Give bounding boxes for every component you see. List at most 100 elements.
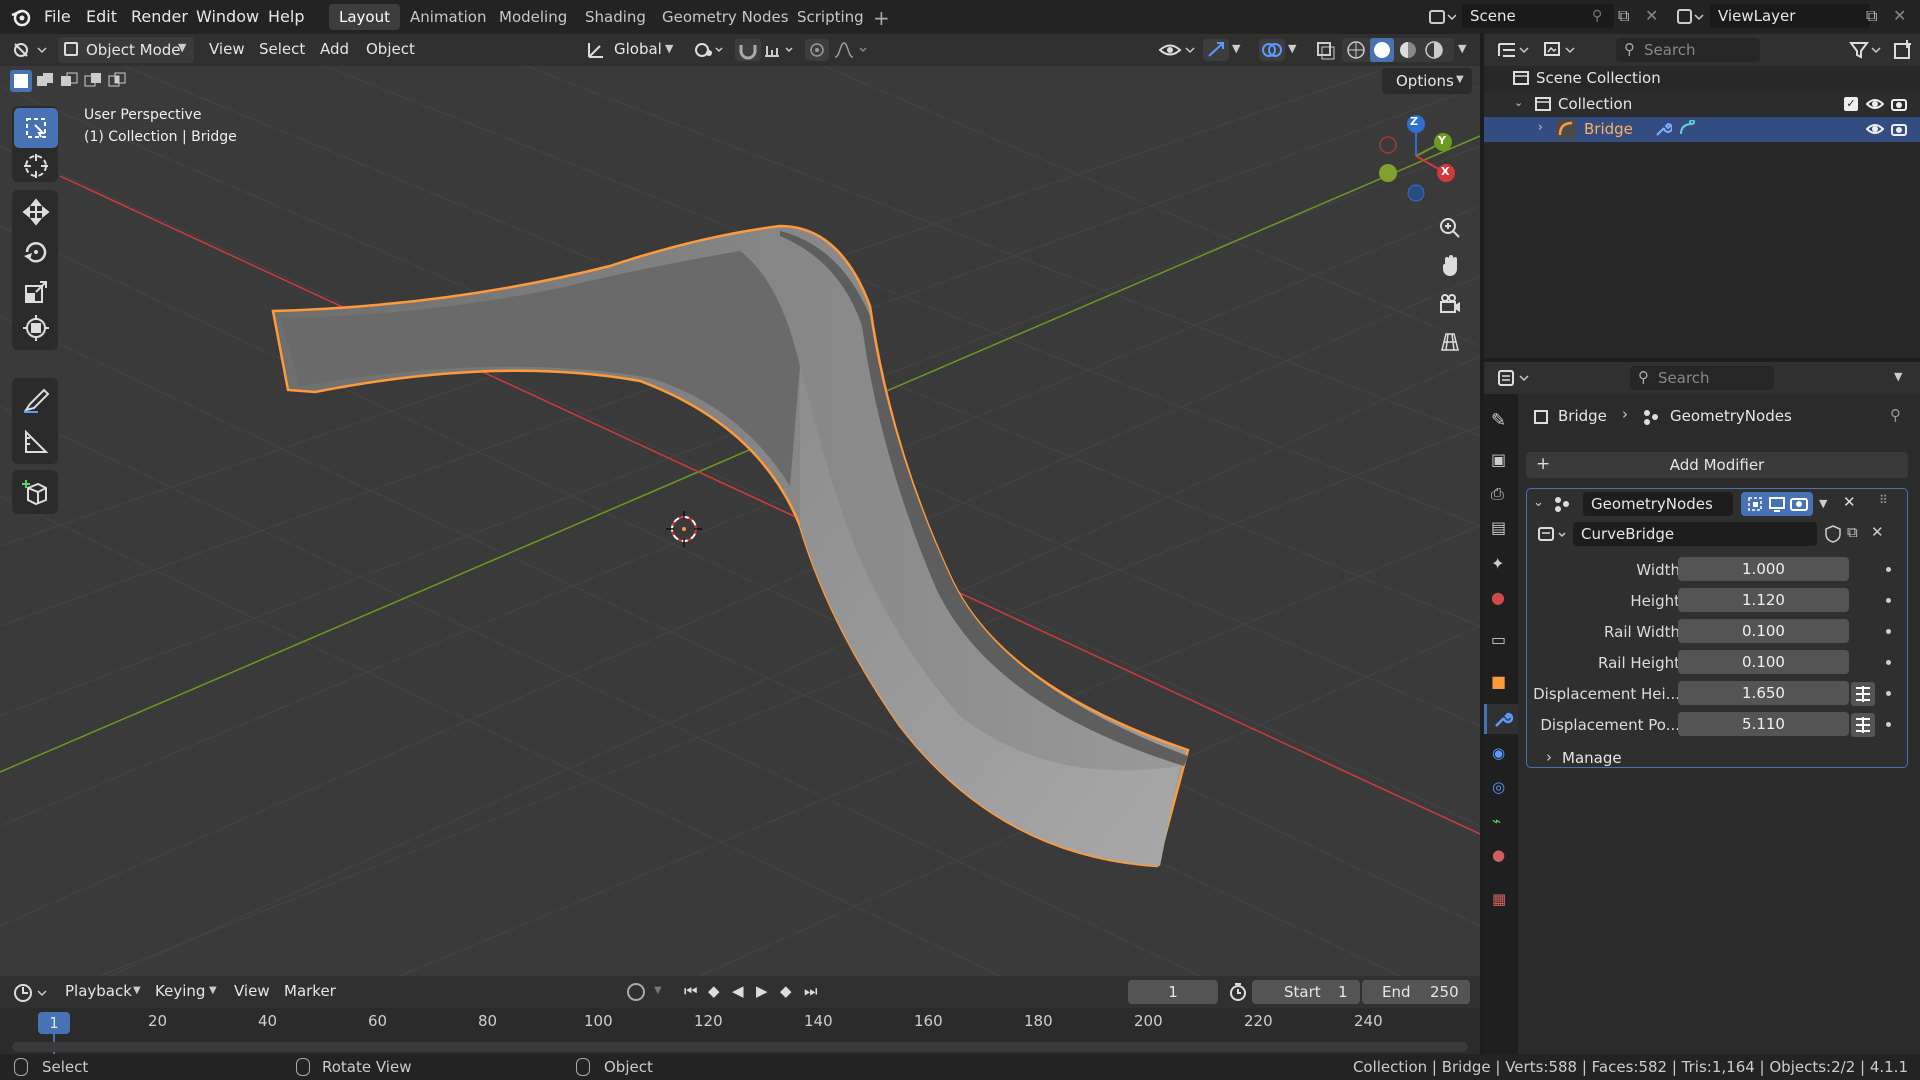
end-frame-field[interactable]: End 250	[1362, 980, 1470, 1004]
tool-tab-icon[interactable]: ✎	[1491, 410, 1506, 431]
view-layer-tab-icon[interactable]: ▤	[1491, 518, 1506, 537]
jump-end-icon[interactable]: ⏭	[804, 982, 818, 1000]
preview-range-icon[interactable]	[1228, 982, 1248, 1002]
add-cube-tool-icon[interactable]	[14, 472, 58, 512]
overlays-toggle-icon[interactable]	[1259, 39, 1285, 61]
keyframe-dot-icon[interactable]	[1886, 629, 1891, 634]
rotate-tool-icon[interactable]	[14, 232, 58, 272]
chevron-down-icon[interactable]: ▼	[1288, 42, 1296, 55]
menu-timeline-view[interactable]: View	[234, 982, 270, 1000]
menu-marker[interactable]: Marker	[284, 982, 336, 1000]
select-extend-icon[interactable]	[34, 70, 56, 92]
snap-toggle-icon[interactable]	[735, 39, 761, 61]
prev-keyframe-icon[interactable]: ◆	[708, 982, 720, 1000]
select-intersect-icon[interactable]	[106, 70, 128, 92]
timeline-scrollbar[interactable]	[12, 1042, 1468, 1052]
menu-render[interactable]: Render	[131, 7, 188, 26]
unlink-icon[interactable]: ✕	[1871, 523, 1884, 541]
keyframe-dot-icon[interactable]	[1886, 567, 1891, 572]
editor-type-icon[interactable]	[10, 39, 50, 61]
properties-editor-icon[interactable]	[1496, 367, 1532, 389]
keyframe-dot-icon[interactable]	[1886, 598, 1891, 603]
falloff-icon[interactable]	[832, 40, 872, 60]
displacement-position-field[interactable]: 5.110	[1678, 712, 1849, 736]
modifier-name-field[interactable]: GeometryNodes	[1583, 492, 1733, 516]
annotate-tool-icon[interactable]	[14, 380, 58, 420]
collapse-chevron-icon[interactable]: ⌄	[1533, 495, 1544, 510]
tab-modeling[interactable]: Modeling	[489, 4, 577, 30]
menu-object[interactable]: Object	[366, 40, 415, 58]
select-invert-icon[interactable]	[82, 70, 104, 92]
select-new-icon[interactable]	[10, 70, 32, 92]
render-camera-icon[interactable]	[1890, 95, 1908, 113]
render-toggle-icon[interactable]	[1789, 494, 1809, 514]
keyframe-dot-icon[interactable]	[1886, 722, 1891, 727]
cursor-tool-icon[interactable]	[14, 146, 58, 186]
xray-toggle-icon[interactable]	[1314, 39, 1338, 61]
tab-geometry-nodes[interactable]: Geometry Nodes	[652, 4, 799, 30]
add-workspace-icon[interactable]: +	[873, 6, 890, 30]
rendered-shading-icon[interactable]	[1424, 40, 1444, 60]
current-frame-field[interactable]: 1	[1128, 980, 1218, 1004]
render-camera-icon[interactable]	[1890, 120, 1908, 138]
play-reverse-icon[interactable]: ◀	[732, 982, 744, 1000]
menu-add[interactable]: Add	[320, 40, 349, 58]
timeline-editor-icon[interactable]	[12, 982, 50, 1004]
output-tab-icon[interactable]: ⎙	[1491, 484, 1504, 504]
select-subtract-icon[interactable]	[58, 70, 80, 92]
wireframe-shading-icon[interactable]	[1346, 40, 1366, 60]
outliner-row-collection[interactable]: ⌄ Collection ✓	[1484, 92, 1920, 117]
displacement-height-field[interactable]: 1.650	[1678, 681, 1849, 705]
mode-dropdown[interactable]: Object Mode ▼	[58, 37, 194, 63]
menu-window[interactable]: Window	[196, 7, 259, 26]
bridge-object[interactable]	[271, 224, 1190, 868]
pivot-point-icon[interactable]	[692, 40, 726, 60]
outliner-row-bridge[interactable]: › Bridge	[1484, 117, 1920, 142]
new-view-layer-icon[interactable]: ⧉	[1866, 6, 1877, 26]
3d-cursor[interactable]	[666, 511, 702, 547]
manage-subpanel[interactable]: › Manage	[1540, 746, 1740, 770]
jump-start-icon[interactable]: ⏮	[684, 982, 698, 1000]
zoom-view-icon[interactable]	[1434, 212, 1466, 244]
modifier-tab[interactable]	[1484, 704, 1518, 734]
delete-scene-icon[interactable]: ✕	[1645, 6, 1658, 25]
auto-keying-icon[interactable]	[627, 983, 645, 1001]
attribute-toggle-icon[interactable]	[1851, 713, 1875, 737]
viewport-toggle-icon[interactable]	[1767, 494, 1787, 514]
exclude-checkbox[interactable]: ✓	[1844, 97, 1858, 111]
play-icon[interactable]: ▶	[756, 982, 768, 1000]
node-group-icon[interactable]	[1537, 525, 1571, 545]
chevron-down-icon[interactable]: ▼	[1232, 42, 1240, 55]
menu-view[interactable]: View	[209, 40, 245, 58]
object-tab-icon[interactable]: ■	[1491, 672, 1506, 691]
blender-logo-icon[interactable]	[10, 6, 32, 28]
pin-icon[interactable]: ⚲	[1592, 8, 1602, 24]
world-tab-icon[interactable]: ●	[1491, 588, 1505, 607]
physics-tab-icon[interactable]: ◎	[1492, 778, 1505, 796]
menu-help[interactable]: Help	[268, 7, 304, 26]
add-modifier-button[interactable]: + Add Modifier	[1526, 452, 1908, 478]
chevron-down-icon[interactable]: ▼	[1819, 497, 1827, 510]
keyframe-dot-icon[interactable]	[1886, 691, 1891, 696]
tab-animation[interactable]: Animation	[400, 4, 496, 30]
playhead[interactable]: 1	[38, 1012, 70, 1034]
render-tab-icon[interactable]: ▣	[1491, 450, 1506, 469]
solid-shading-icon[interactable]	[1370, 38, 1394, 62]
delete-view-layer-icon[interactable]: ✕	[1893, 6, 1906, 25]
display-mode-icon[interactable]	[1542, 39, 1578, 61]
width-field[interactable]: 1.000	[1678, 557, 1849, 581]
close-icon[interactable]: ✕	[1843, 493, 1856, 511]
view-layer-field[interactable]: ViewLayer	[1710, 4, 1870, 28]
measure-tool-icon[interactable]	[14, 422, 58, 462]
visibility-eye-icon[interactable]	[1865, 120, 1885, 138]
visibility-eye-icon[interactable]	[1865, 95, 1885, 113]
outliner-row-scene-collection[interactable]: Scene Collection	[1484, 66, 1920, 92]
start-frame-field[interactable]: Start 1	[1252, 980, 1360, 1004]
particles-tab-icon[interactable]: ◉	[1492, 744, 1505, 762]
expand-chevron-icon[interactable]: ⌄	[1514, 96, 1523, 109]
next-keyframe-icon[interactable]: ◆	[780, 982, 792, 1000]
menu-select[interactable]: Select	[259, 40, 305, 58]
height-field[interactable]: 1.120	[1678, 588, 1849, 612]
pan-view-icon[interactable]	[1434, 250, 1466, 282]
chevron-down-icon[interactable]: ▼	[1894, 370, 1902, 383]
